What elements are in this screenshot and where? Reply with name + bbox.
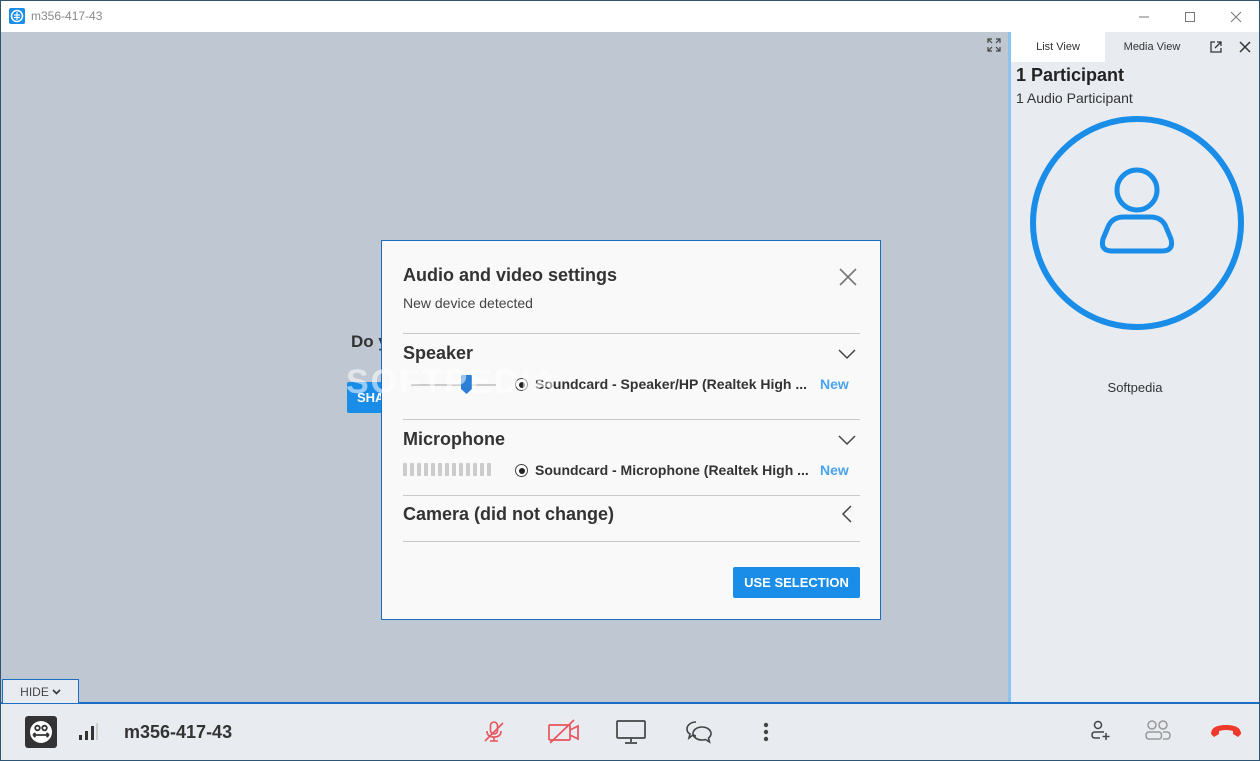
- mic-level-bar: [445, 463, 449, 476]
- speaker-volume-thumb[interactable]: [460, 375, 472, 394]
- speaker-device-row: Soundcard - Speaker/HP (Realtek High ...…: [403, 375, 863, 395]
- monitor-icon: [616, 720, 646, 744]
- remote-control-icon[interactable]: [25, 716, 57, 748]
- mic-level-bar: [452, 463, 456, 476]
- window-title: m356-417-43: [31, 9, 103, 23]
- speaker-expand-toggle[interactable]: [837, 344, 857, 364]
- mic-level-bar: [473, 463, 477, 476]
- microphone-device-row: Soundcard - Microphone (Realtek High ...…: [403, 461, 863, 481]
- user-icon: [1030, 116, 1244, 330]
- tab-list-view[interactable]: List View: [1011, 32, 1105, 62]
- popout-icon[interactable]: [1208, 39, 1224, 55]
- microphone-level-meter: [403, 463, 491, 476]
- speaker-new-badge: New: [820, 376, 849, 392]
- camera-button[interactable]: [546, 717, 582, 747]
- signal-strength-icon: [77, 722, 99, 742]
- camera-expand-toggle[interactable]: [837, 504, 857, 524]
- close-panel-icon[interactable]: [1237, 39, 1253, 55]
- microphone-new-badge: New: [820, 462, 849, 478]
- chevron-down-icon: [838, 349, 856, 360]
- audio-video-settings-dialog: Audio and video settings New device dete…: [381, 240, 881, 620]
- more-options-button[interactable]: [756, 719, 776, 745]
- minimize-icon: [1139, 16, 1149, 17]
- app-logo-icon: [9, 8, 25, 24]
- dialog-subtitle: New device detected: [403, 295, 533, 311]
- mic-level-bar: [480, 463, 484, 476]
- divider: [403, 495, 860, 496]
- mic-level-bar: [487, 463, 491, 476]
- mic-level-bar: [417, 463, 421, 476]
- hang-up-button[interactable]: [1208, 720, 1244, 742]
- mute-microphone-button[interactable]: [479, 717, 509, 747]
- participant-name: Softpedia: [1107, 380, 1163, 395]
- divider: [403, 541, 860, 542]
- speaker-device-radio[interactable]: [515, 378, 528, 391]
- camera-section-title: Camera (did not change): [403, 504, 615, 524]
- audio-participant-count: 1 Audio Participant: [1016, 90, 1133, 106]
- bottom-toolbar: m356-417-43: [1, 702, 1259, 760]
- share-screen-toolbar-button[interactable]: [614, 717, 648, 747]
- mic-level-bar: [403, 463, 407, 476]
- hide-label: HIDE: [20, 684, 49, 699]
- speaker-volume-slider[interactable]: [411, 384, 496, 386]
- chevron-left-icon: [841, 505, 852, 523]
- microphone-device-name: Soundcard - Microphone (Realtek High ...: [535, 462, 809, 478]
- mic-level-bar: [459, 463, 463, 476]
- speaker-device-name: Soundcard - Speaker/HP (Realtek High ...: [535, 376, 808, 392]
- fullscreen-icon[interactable]: [986, 37, 1002, 53]
- mic-level-bar: [438, 463, 442, 476]
- chat-icon: [686, 721, 712, 744]
- chevron-down-icon: [52, 688, 61, 695]
- mic-level-bar: [410, 463, 414, 476]
- microphone-device-radio[interactable]: [515, 464, 528, 477]
- chat-button[interactable]: [683, 717, 715, 747]
- more-vertical-icon: [763, 722, 769, 742]
- microphone-expand-toggle[interactable]: [837, 430, 857, 450]
- close-icon: [1230, 11, 1242, 22]
- close-button[interactable]: [1213, 1, 1259, 32]
- mic-level-bar: [431, 463, 435, 476]
- tab-media-view[interactable]: Media View: [1105, 32, 1199, 62]
- speaker-section-title: Speaker: [403, 343, 474, 363]
- maximize-button[interactable]: [1167, 1, 1213, 32]
- maximize-icon: [1185, 11, 1195, 22]
- mic-level-bar: [424, 463, 428, 476]
- title-bar: m356-417-43: [1, 1, 1259, 32]
- microphone-section-title: Microphone: [403, 429, 505, 449]
- dialog-close-button[interactable]: [837, 266, 859, 288]
- meeting-id: m356-417-43: [124, 722, 233, 742]
- mic-level-bar: [466, 463, 470, 476]
- divider: [403, 419, 860, 420]
- panel-tabs: List View Media View: [1011, 32, 1259, 62]
- participants-button[interactable]: [1142, 718, 1174, 744]
- camera-off-icon: [548, 719, 579, 744]
- close-icon: [839, 268, 857, 286]
- participants-icon: [1145, 720, 1171, 740]
- app-window: m356-417-43 Do you want to share your sc…: [0, 0, 1260, 761]
- participants-panel: List View Media View 1 Participant 1 Aud…: [1008, 32, 1259, 702]
- participant-count: 1 Participant: [1016, 65, 1125, 85]
- hang-up-icon: [1211, 725, 1241, 737]
- use-selection-button[interactable]: USE SELECTION: [733, 567, 860, 598]
- chevron-down-icon: [838, 435, 856, 446]
- add-user-icon: [1091, 720, 1110, 740]
- hide-toolbar-button[interactable]: HIDE: [2, 679, 79, 703]
- microphone-muted-icon: [484, 721, 504, 742]
- participant-avatar[interactable]: [1028, 114, 1246, 332]
- invite-participant-button[interactable]: [1087, 718, 1113, 744]
- dialog-title: Audio and video settings: [403, 265, 618, 285]
- minimize-button[interactable]: [1121, 1, 1167, 32]
- divider: [403, 333, 860, 334]
